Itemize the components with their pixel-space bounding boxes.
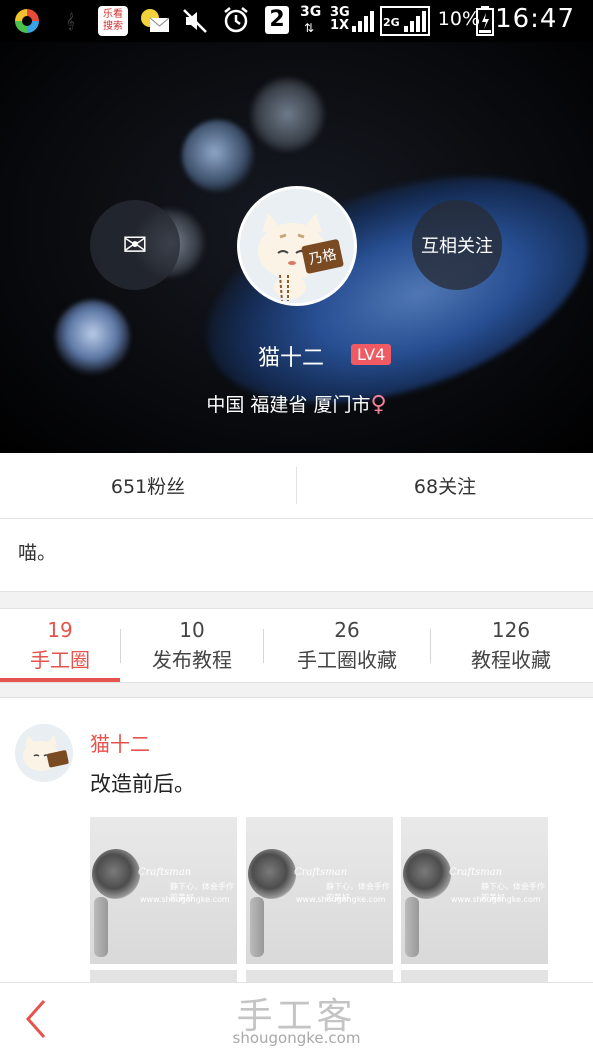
bokeh-bubble [250, 77, 325, 152]
post-image[interactable] [401, 970, 548, 982]
notification-count-icon: 2 [265, 6, 289, 34]
messages-icon [140, 8, 170, 34]
tab-label: 手工圈收藏 [297, 648, 397, 672]
tab-label: 发布教程 [152, 648, 232, 672]
signal-icon [350, 8, 376, 34]
leke-search-icon: 乐看 搜索 [98, 6, 128, 36]
watermark-title: Craftsman [294, 867, 348, 878]
post-image[interactable] [90, 970, 237, 982]
follow-each-other-button[interactable]: 互相关注 [412, 200, 502, 290]
cat-avatar-icon: 乃格 [240, 189, 354, 303]
watermark-url: www.shougongke.com [296, 895, 386, 904]
tab-handcraft-circle[interactable]: 19 手工圈 [0, 609, 120, 682]
tab-label: 教程收藏 [471, 648, 551, 672]
post-text: 改造前后。 [90, 772, 195, 796]
stem-graphic [94, 897, 108, 957]
post-author-name[interactable]: 猫十二 [90, 728, 150, 757]
flower-graphic [403, 849, 451, 899]
watermark-url: www.shougongke.com [140, 895, 230, 904]
tab-label: 手工圈 [30, 648, 90, 672]
profile-location: 中国 福建省 厦门市♀ [0, 390, 593, 417]
tab-count: 26 [334, 618, 360, 642]
flower-graphic [248, 849, 296, 899]
post-image[interactable]: Craftsman 静下心，体会手作的美好 www.shougongke.com [401, 817, 548, 964]
female-icon: ♀ [370, 392, 387, 417]
weather-icon: 𝄞 [66, 12, 75, 30]
leke-search-label: 乐看 搜索 [103, 9, 123, 32]
profile-username: 猫十二 [258, 346, 325, 371]
post-image[interactable] [246, 970, 393, 982]
post-author-avatar[interactable] [15, 724, 73, 782]
battery-icon [476, 6, 494, 36]
alarm-icon [222, 6, 250, 33]
tab-count: 19 [47, 618, 73, 642]
bokeh-bubble [55, 300, 130, 375]
fans-count-button[interactable]: 651粉丝 [0, 453, 296, 518]
clock: 16:47 [495, 4, 575, 34]
net-3g-1x-label: 3G 1X [330, 5, 350, 33]
watermark-title: Craftsman [449, 867, 503, 878]
profile-bio: 喵。 [18, 542, 57, 564]
mute-icon [182, 8, 208, 34]
status-bar: 𝄞 乐看 搜索 2 3G ⇅ 3G 1X 2G 10% 16:47 [0, 0, 593, 42]
net-arrows-icon: ⇅ [304, 21, 315, 35]
following-count-button[interactable]: 68关注 [297, 453, 593, 518]
stem-graphic [250, 897, 264, 957]
tab-count: 10 [179, 618, 205, 642]
profile-avatar[interactable]: 乃格 [237, 186, 357, 306]
post-image[interactable]: Craftsman 静下心，体会手作的美好 www.shougongke.com [246, 817, 393, 964]
location-text: 中国 福建省 厦门市 [206, 394, 371, 416]
cat-avatar-icon [15, 724, 73, 782]
flower-graphic [92, 849, 140, 899]
post-image[interactable]: Craftsman 静下心，体会手作的美好 www.shougongke.com [90, 817, 237, 964]
follow-each-other-label: 互相关注 [421, 236, 493, 257]
section-divider [0, 682, 593, 698]
signal-2g-icon: 2G [380, 6, 430, 36]
follow-stats: 651粉丝 68关注 [0, 453, 593, 519]
watermark-title: Craftsman [138, 867, 192, 878]
envelope-icon: ✉ [122, 227, 148, 263]
notification-count: 2 [269, 7, 285, 32]
tab-tutorial-favorites[interactable]: 126 教程收藏 [431, 609, 591, 682]
section-divider [0, 591, 593, 609]
tab-count: 126 [491, 618, 531, 642]
profile-tabs: 19 手工圈 10 发布教程 26 手工圈收藏 126 教程收藏 [0, 609, 593, 682]
send-message-button[interactable]: ✉ [90, 200, 180, 290]
app-launcher-icon [12, 7, 42, 35]
bokeh-bubble [182, 120, 254, 192]
bottom-bar: 手工客 shougongke.com [0, 982, 593, 1054]
stem-graphic [405, 897, 419, 957]
tab-published-tutorials[interactable]: 10 发布教程 [121, 609, 263, 682]
watermark-url: www.shougongke.com [451, 895, 541, 904]
battery-percent: 10% [437, 8, 480, 30]
net-3g-label: 3G [300, 4, 322, 20]
tab-circle-favorites[interactable]: 26 手工圈收藏 [264, 609, 430, 682]
level-badge: LV4 [351, 344, 392, 365]
profile-header: ✉ 乃格 互相关注 猫十二 LV4 中国 福建省 厦门市♀ [0, 42, 593, 453]
net-2g-label: 2G [383, 16, 400, 29]
app-logo-url: shougongke.com [232, 1029, 361, 1047]
